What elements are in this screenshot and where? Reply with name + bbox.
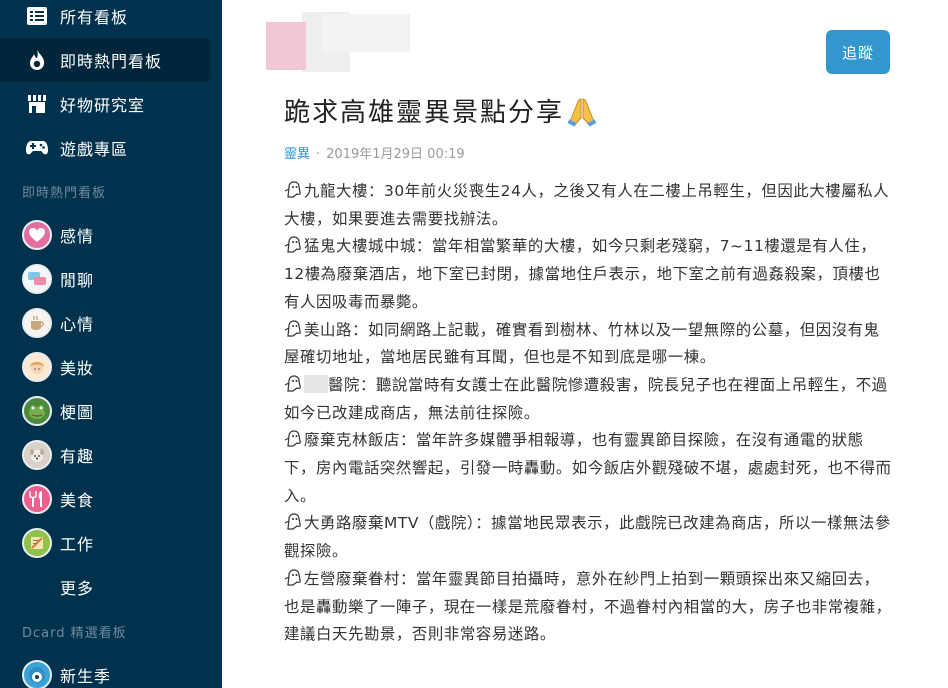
post-title-text: 跪求高雄靈異景點分享 bbox=[284, 98, 565, 128]
board-item-work[interactable]: 工作 bbox=[0, 521, 210, 565]
post-paragraph: 廢棄克林飯店：當年許多媒體爭相報導，也有靈異節目探險，在沒有通電的狀態下，房內電… bbox=[284, 427, 894, 510]
board-item-relationship[interactable]: 感情 bbox=[0, 213, 210, 257]
ghost-icon bbox=[284, 181, 302, 199]
post-paragraph: 醫院：聽說當時有女護士在此醫院慘遭殺害，院長兒子也在裡面上吊輕生，不過如今已改建… bbox=[284, 372, 894, 427]
paragraph-text: 九龍大樓：30年前火災喪生24人，之後又有人在二樓上吊輕生，但因此大樓屬私人大樓… bbox=[284, 182, 890, 228]
nav-all-boards[interactable]: 所有看板 bbox=[0, 0, 210, 38]
utensils-avatar-icon bbox=[22, 484, 52, 514]
board-label: 美妝 bbox=[60, 359, 95, 378]
ghost-icon bbox=[284, 375, 302, 393]
censored-text-block bbox=[304, 374, 328, 393]
board-item-makeup[interactable]: 美妝 bbox=[0, 345, 210, 389]
blurred-author-name bbox=[322, 14, 410, 52]
heart-avatar-icon bbox=[22, 220, 52, 250]
chat-avatar-icon bbox=[22, 264, 52, 294]
more-boards-link[interactable]: 更多 bbox=[0, 565, 210, 609]
list-icon bbox=[26, 5, 48, 27]
nav-game-zone[interactable]: 遊戲專區 bbox=[0, 126, 210, 170]
board-label: 有趣 bbox=[60, 447, 95, 466]
post-paragraph: 九龍大樓：30年前火災喪生24人，之後又有人在二樓上吊輕生，但因此大樓屬私人大樓… bbox=[284, 178, 894, 233]
gamepad-icon bbox=[26, 137, 48, 159]
ghost-icon bbox=[284, 430, 302, 448]
nav-label: 即時熱門看板 bbox=[60, 52, 163, 71]
board-label: 工作 bbox=[60, 535, 95, 554]
pray-emoji-icon bbox=[566, 95, 598, 127]
fire-icon bbox=[26, 49, 48, 71]
board-item-freshman[interactable]: 新生季 bbox=[0, 653, 210, 688]
nav-label: 遊戲專區 bbox=[60, 140, 129, 159]
follow-button[interactable]: 追蹤 bbox=[826, 30, 890, 74]
post-paragraph: 大勇路廢棄MTV（戲院）：據當地民眾表示，此戲院已改建為商店，所以一樣無法參觀探… bbox=[284, 510, 894, 565]
post-content: 九龍大樓：30年前火災喪生24人，之後又有人在二樓上吊輕生，但因此大樓屬私人大樓… bbox=[284, 178, 894, 649]
nav-hot-boards[interactable]: 即時熱門看板 bbox=[0, 38, 210, 82]
hot-boards-section-title: 即時熱門看板 bbox=[22, 186, 107, 201]
board-item-meme[interactable]: 梗圖 bbox=[0, 389, 210, 433]
blurred-avatar-accent bbox=[266, 22, 306, 70]
post-paragraph: 左營廢棄眷村：當年靈異節目拍攝時，意外在紗門上拍到一顆頭探出來又縮回去，也是轟動… bbox=[284, 566, 894, 649]
paragraph-text: 左營廢棄眷村：當年靈異節目拍攝時，意外在紗門上拍到一顆頭探出來又縮回去，也是轟動… bbox=[284, 569, 892, 644]
board-label: 梗圖 bbox=[60, 403, 95, 422]
forum-link[interactable]: 靈異 bbox=[284, 147, 310, 162]
board-item-mood[interactable]: 心情 bbox=[0, 301, 210, 345]
post-meta: 靈異 · 2019年1月29日 00:19 bbox=[284, 143, 465, 162]
nav-goods-lab[interactable]: 好物研究室 bbox=[0, 82, 210, 126]
ghost-icon bbox=[284, 569, 302, 587]
board-item-chat[interactable]: 閒聊 bbox=[0, 257, 210, 301]
board-label: 新生季 bbox=[60, 667, 112, 686]
board-label: 心情 bbox=[60, 315, 95, 334]
paragraph-text: 美山路：如同網路上記載，確實看到樹林、竹林以及一望無際的公墓，但因沒有鬼屋確切地… bbox=[284, 320, 880, 367]
featured-section-title: Dcard 精選看板 bbox=[22, 626, 127, 641]
paragraph-text: 廢棄克林飯店：當年許多媒體爭相報導，也有靈異節目探險，在沒有通電的狀態下，房內電… bbox=[284, 431, 892, 505]
nav-label: 好物研究室 bbox=[60, 96, 146, 115]
store-icon bbox=[26, 93, 48, 115]
freshman-avatar-icon bbox=[22, 660, 52, 688]
nav-label: 所有看板 bbox=[60, 8, 129, 27]
ghost-icon bbox=[284, 319, 302, 338]
meta-separator: · bbox=[316, 147, 321, 162]
post-paragraph: 猛鬼大樓城中城：當年相當繁華的大樓，如今只剩老殘窮，7~11樓還是有人住，12樓… bbox=[284, 233, 894, 316]
board-item-funny[interactable]: 有趣 bbox=[0, 433, 210, 477]
board-label: 感情 bbox=[60, 227, 95, 246]
dog-avatar-icon bbox=[22, 440, 52, 470]
work-avatar-icon bbox=[22, 528, 52, 558]
frog-avatar-icon bbox=[22, 396, 52, 426]
paragraph-text: 大勇路廢棄MTV（戲院）：據當地民眾表示，此戲院已改建為商店，所以一樣無法參觀探… bbox=[284, 514, 891, 561]
cup-avatar-icon bbox=[22, 308, 52, 338]
post-title: 跪求高雄靈異景點分享 bbox=[284, 92, 598, 129]
board-label: 閒聊 bbox=[60, 271, 95, 290]
ghost-icon bbox=[284, 513, 302, 531]
more-label: 更多 bbox=[60, 579, 95, 598]
post-area: 追蹤 跪求高雄靈異景點分享 靈異 · 2019年1月29日 00:19 九龍大樓：3… bbox=[222, 0, 948, 688]
ghost-icon bbox=[284, 236, 302, 254]
girl-avatar-icon bbox=[22, 352, 52, 382]
post-date: 2019年1月29日 00:19 bbox=[326, 147, 465, 162]
sidebar: 所有看板 即時熱門看板 好物研究室 遊戲專區 即時熱門看板 感情 閒聊 心情 美… bbox=[0, 0, 222, 688]
paragraph-text: 醫院：聽說當時有女護士在此醫院慘遭殺害，院長兒子也在裡面上吊輕生，不過如今已改建… bbox=[284, 375, 888, 422]
post-paragraph: 美山路：如同網路上記載，確實看到樹林、竹林以及一望無際的公墓，但因沒有鬼屋確切地… bbox=[284, 317, 894, 372]
paragraph-text: 猛鬼大樓城中城：當年相當繁華的大樓，如今只剩老殘窮，7~11樓還是有人住，12樓… bbox=[284, 237, 881, 311]
board-item-food[interactable]: 美食 bbox=[0, 477, 210, 521]
board-label: 美食 bbox=[60, 491, 95, 510]
